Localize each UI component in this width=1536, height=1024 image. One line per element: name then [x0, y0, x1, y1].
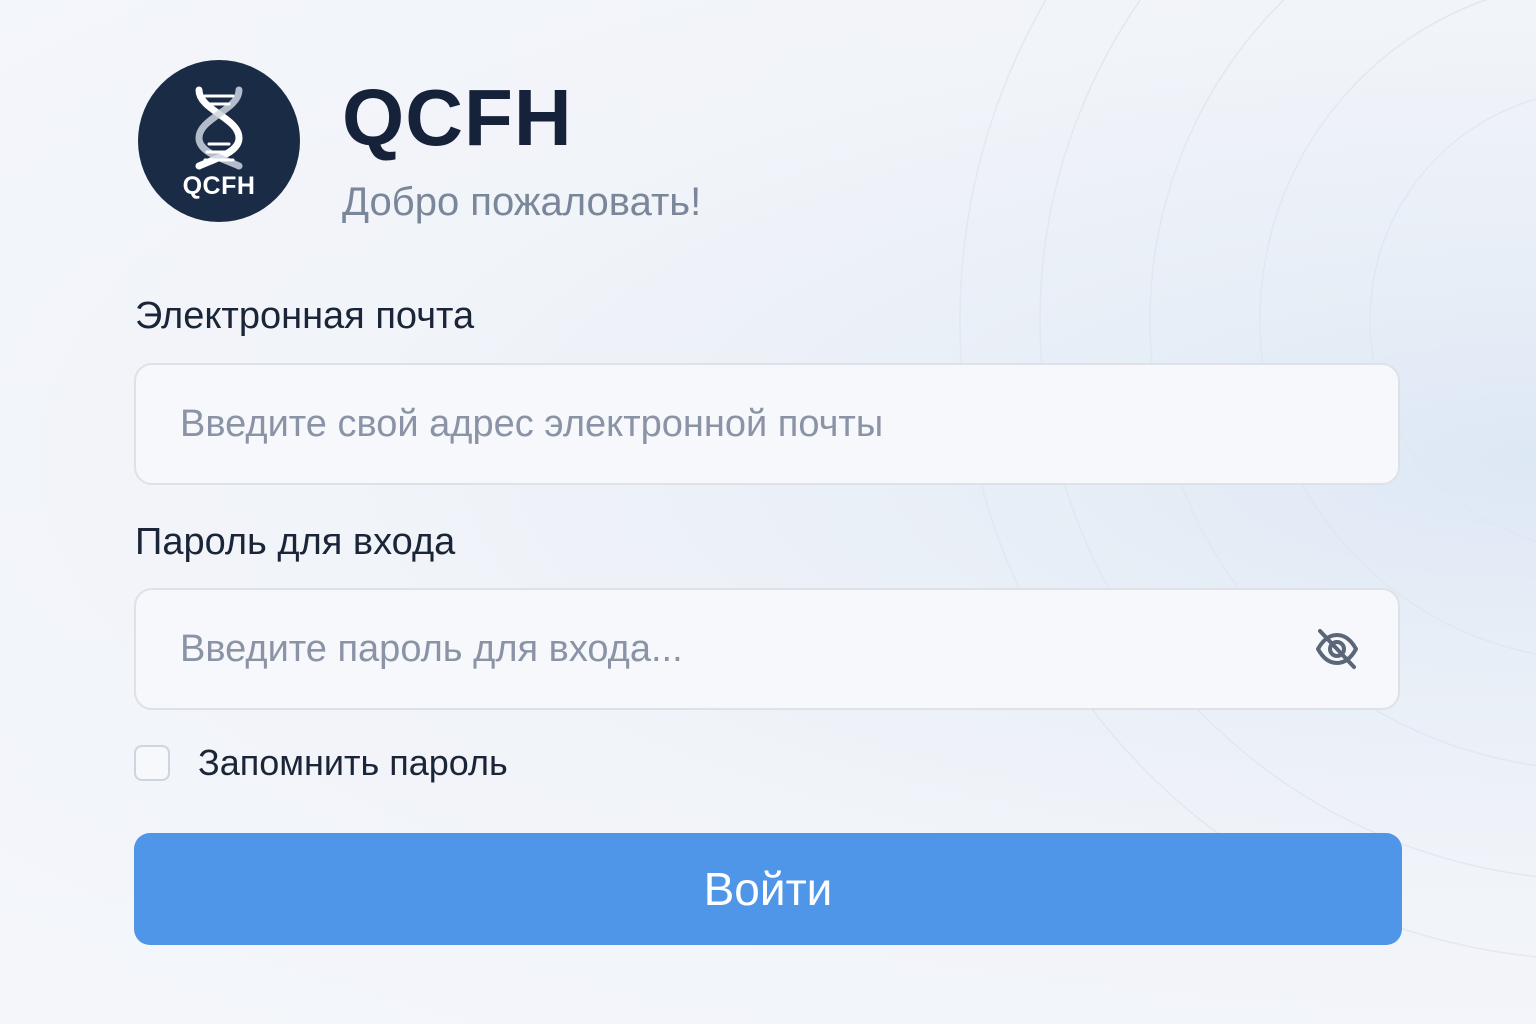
- remember-label[interactable]: Запомнить пароль: [198, 742, 508, 784]
- remember-checkbox[interactable]: [134, 745, 170, 781]
- login-button[interactable]: Войти: [134, 833, 1402, 945]
- logo-wordmark: QCFH: [182, 172, 256, 200]
- password-field-container: [134, 588, 1400, 710]
- app-title: QCFH: [342, 73, 573, 162]
- dna-icon: [195, 86, 243, 170]
- email-field[interactable]: [136, 365, 1398, 483]
- brand-header: QCFH QCFH Добро пожаловать!: [138, 60, 701, 226]
- password-label: Пароль для входа: [135, 521, 456, 563]
- email-label: Электронная почта: [135, 295, 475, 337]
- email-field-container: [134, 363, 1400, 485]
- brand-text: QCFH Добро пожаловать!: [342, 60, 701, 226]
- eye-off-icon[interactable]: [1314, 626, 1360, 672]
- remember-row: Запомнить пароль: [134, 742, 508, 784]
- welcome-subtitle: Добро пожаловать!: [342, 180, 702, 224]
- app-logo: QCFH: [138, 60, 300, 222]
- password-field[interactable]: [136, 590, 1398, 708]
